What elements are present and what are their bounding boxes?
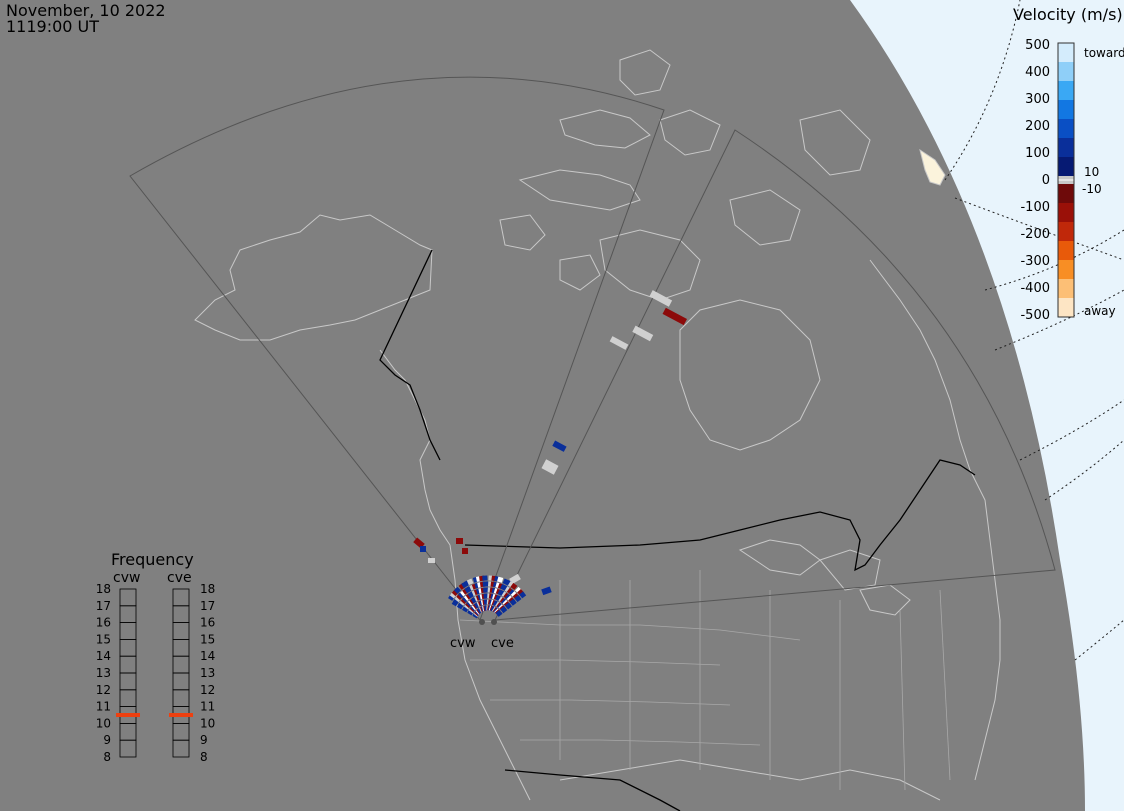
frequency-tick-left: 9 bbox=[103, 733, 111, 747]
colorbar-tick: 200 bbox=[1025, 119, 1050, 134]
radar-site-cvw bbox=[479, 619, 485, 625]
colorbar-swatch-toward bbox=[1058, 157, 1074, 177]
colorbar-tick: 300 bbox=[1025, 92, 1050, 107]
frequency-tick-left: 8 bbox=[103, 750, 111, 764]
frequency-col-cve: cve bbox=[167, 570, 192, 586]
colorbar-tick: -200 bbox=[1020, 227, 1050, 242]
colorbar-threshold-pos: 10 bbox=[1084, 165, 1099, 179]
frequency-tick-right: 15 bbox=[200, 632, 215, 646]
colorbar-swatch-toward bbox=[1058, 81, 1074, 101]
colorbar-swatch-away bbox=[1058, 279, 1074, 299]
radar-label-cvw: cvw bbox=[450, 636, 476, 651]
frequency-tick-right: 8 bbox=[200, 750, 208, 764]
frequency-tick-right: 18 bbox=[200, 582, 215, 596]
frequency-tick-right: 11 bbox=[200, 700, 215, 714]
frequency-col-cvw: cvw bbox=[113, 570, 140, 586]
colorbar-swatch-toward bbox=[1058, 100, 1074, 120]
colorbar-title: Velocity (m/s) bbox=[1013, 5, 1123, 24]
radar-label-cve: cve bbox=[491, 636, 514, 651]
colorbar-swatch-toward bbox=[1058, 62, 1074, 82]
colorbar-swatch-toward bbox=[1058, 119, 1074, 139]
colorbar-bottom-label: away bbox=[1084, 304, 1116, 318]
colorbar-tick: -100 bbox=[1020, 200, 1050, 215]
header-time: 1119:00 UT bbox=[6, 17, 99, 36]
frequency-tick-right: 17 bbox=[200, 599, 215, 613]
colorbar-tick: -500 bbox=[1020, 308, 1050, 323]
frequency-tick-left: 13 bbox=[96, 666, 111, 680]
frequency-title: Frequency bbox=[111, 550, 194, 569]
frequency-tick-left: 17 bbox=[96, 599, 111, 613]
radar-site-cve bbox=[491, 619, 497, 625]
colorbar-tick: 400 bbox=[1025, 65, 1050, 80]
frequency-tick-left: 15 bbox=[96, 632, 111, 646]
frequency-marker-cve bbox=[169, 713, 193, 717]
frequency-tick-left: 12 bbox=[96, 683, 111, 697]
colorbar-swatch-toward bbox=[1058, 43, 1074, 63]
colorbar-top-label: toward bbox=[1084, 46, 1124, 60]
colorbar-swatch-away bbox=[1058, 260, 1074, 280]
frequency-tick-right: 14 bbox=[200, 649, 215, 663]
frequency-tick-right: 12 bbox=[200, 683, 215, 697]
colorbar-swatch-away bbox=[1058, 222, 1074, 242]
colorbar-threshold-neg: -10 bbox=[1082, 182, 1102, 196]
colorbar-swatch-away bbox=[1058, 298, 1074, 318]
colorbar-swatch-away bbox=[1058, 203, 1074, 223]
colorbar-swatches bbox=[1058, 43, 1074, 318]
frequency-tick-left: 14 bbox=[96, 649, 111, 663]
colorbar-tick: 100 bbox=[1025, 146, 1050, 161]
frequency-marker-cvw bbox=[116, 713, 140, 717]
colorbar-swatch-away bbox=[1058, 184, 1074, 204]
frequency-tick-right: 10 bbox=[200, 716, 215, 730]
colorbar-tick: 0 bbox=[1042, 173, 1050, 188]
colorbar-tick: 500 bbox=[1025, 38, 1050, 53]
echo-cell bbox=[482, 575, 488, 581]
frequency-tick-right: 9 bbox=[200, 733, 208, 747]
frequency-tick-left: 18 bbox=[96, 582, 111, 596]
colorbar-tick: -400 bbox=[1020, 281, 1050, 296]
frequency-tick-right: 13 bbox=[200, 666, 215, 680]
frequency-tick-right: 16 bbox=[200, 616, 215, 630]
frequency-tick-left: 16 bbox=[96, 616, 111, 630]
superdarn-map: cvw cve November, 10 2022 1119:00 UT Vel… bbox=[0, 0, 1124, 811]
frequency-tick-left: 11 bbox=[96, 700, 111, 714]
colorbar-swatch-away bbox=[1058, 241, 1074, 261]
frequency-tick-left: 10 bbox=[96, 716, 111, 730]
colorbar-swatch-toward bbox=[1058, 138, 1074, 158]
colorbar-tick: -300 bbox=[1020, 254, 1050, 269]
